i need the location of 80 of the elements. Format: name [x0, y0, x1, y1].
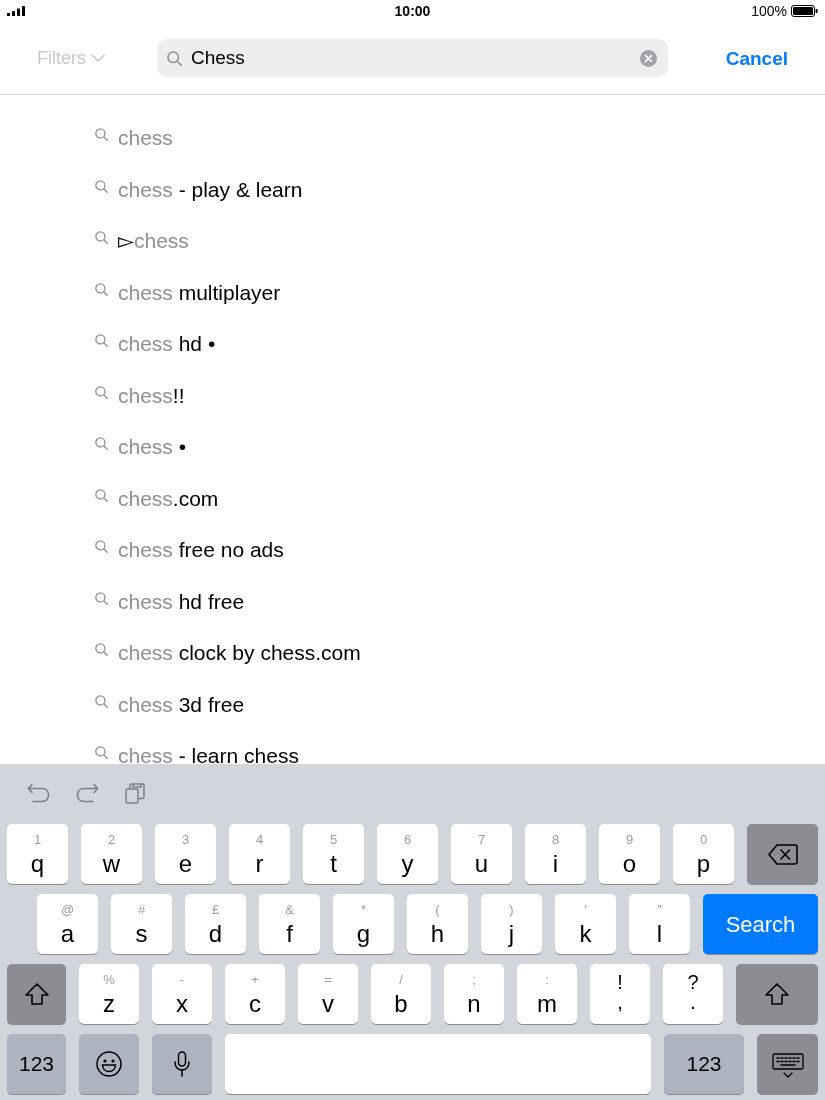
- emoji-key[interactable]: [79, 1034, 139, 1094]
- letter-key[interactable]: ) j: [481, 894, 542, 954]
- battery-percentage: 100%: [751, 4, 787, 18]
- status-time: 10:00: [394, 4, 431, 18]
- letter-key[interactable]: 7 u: [451, 824, 512, 884]
- search-icon: [95, 231, 108, 245]
- letter-key[interactable]: : m: [517, 964, 577, 1024]
- signal-icon: [7, 6, 25, 16]
- letter-key[interactable]: 9 o: [599, 824, 660, 884]
- shift-key[interactable]: [736, 964, 818, 1024]
- shift-key[interactable]: [7, 964, 66, 1024]
- letter-key[interactable]: 5 t: [303, 824, 364, 884]
- letter-key[interactable]: + c: [225, 964, 285, 1024]
- punctuation-key[interactable]: ! ,: [590, 964, 650, 1024]
- search-icon: [95, 334, 108, 348]
- letter-key[interactable]: 8 i: [525, 824, 586, 884]
- paste-icon[interactable]: [125, 782, 145, 804]
- letter-key[interactable]: * g: [333, 894, 394, 954]
- search-icon: [95, 643, 108, 657]
- letter-key[interactable]: & f: [259, 894, 320, 954]
- clear-icon[interactable]: [639, 50, 657, 67]
- search-suggestion[interactable]: chess - learn chess: [95, 745, 299, 764]
- letter-key[interactable]: 2 w: [81, 824, 142, 884]
- punctuation-key[interactable]: ? .: [663, 964, 723, 1024]
- dictation-key[interactable]: [152, 1034, 212, 1094]
- search-field[interactable]: Chess: [157, 39, 668, 77]
- cancel-button[interactable]: Cancel: [725, 48, 788, 68]
- letter-key[interactable]: 3 e: [155, 824, 216, 884]
- search-icon: [167, 51, 182, 66]
- backspace-key[interactable]: [747, 824, 818, 884]
- letter-key[interactable]: 6 y: [377, 824, 438, 884]
- letter-key[interactable]: ; n: [444, 964, 504, 1024]
- letter-key[interactable]: 1 q: [7, 824, 68, 884]
- letter-key[interactable]: % z: [79, 964, 139, 1024]
- hide-keyboard-key[interactable]: [757, 1034, 818, 1094]
- search-suggestion[interactable]: chess!!: [95, 384, 185, 406]
- search-suggestion[interactable]: chess hd free: [95, 590, 245, 612]
- search-icon: [95, 385, 108, 399]
- search-suggestion[interactable]: chess free no ads: [95, 539, 284, 561]
- search-icon: [95, 128, 108, 142]
- search-suggestion[interactable]: chess 3d free: [95, 693, 245, 715]
- microphone-icon: [174, 1051, 190, 1077]
- search-icon: [95, 746, 108, 760]
- search-suggestion[interactable]: chess hd •: [95, 333, 216, 355]
- letter-key[interactable]: @ a: [37, 894, 98, 954]
- shift-icon: [765, 983, 789, 1005]
- battery-icon: [791, 5, 818, 17]
- letter-key[interactable]: = v: [298, 964, 358, 1024]
- search-icon: [95, 437, 108, 451]
- search-icon: [95, 591, 108, 605]
- letter-key[interactable]: ″ l: [629, 894, 690, 954]
- keyboard-icon: [771, 1053, 804, 1079]
- letter-key[interactable]: ′ k: [555, 894, 616, 954]
- letter-key[interactable]: / b: [371, 964, 431, 1024]
- search-icon: [95, 540, 108, 554]
- letter-key[interactable]: - x: [152, 964, 212, 1024]
- smiley-icon: [96, 1051, 122, 1077]
- search-suggestion[interactable]: chess clock by chess.com: [95, 642, 361, 664]
- search-suggestion[interactable]: chess •: [95, 436, 187, 458]
- search-suggestion[interactable]: chess - play & learn: [95, 178, 303, 200]
- search-suggestion[interactable]: chess multiplayer: [95, 281, 281, 303]
- search-icon: [95, 282, 108, 296]
- undo-icon[interactable]: [27, 783, 50, 803]
- numbers-key[interactable]: 123: [664, 1034, 744, 1094]
- search-icon: [95, 694, 108, 708]
- letter-key[interactable]: ( h: [407, 894, 468, 954]
- search-icon: [95, 488, 108, 502]
- redo-icon[interactable]: [76, 783, 99, 803]
- chevron-down-icon: [91, 54, 105, 62]
- search-key[interactable]: Search: [703, 894, 818, 954]
- letter-key[interactable]: # s: [111, 894, 172, 954]
- numbers-key[interactable]: 123: [7, 1034, 66, 1094]
- letter-key[interactable]: £ d: [185, 894, 246, 954]
- shift-icon: [24, 983, 49, 1005]
- search-suggestion[interactable]: chess.com: [95, 487, 219, 509]
- letter-key[interactable]: 0 p: [673, 824, 734, 884]
- search-suggestion[interactable]: ▻chess: [95, 230, 189, 252]
- letter-key[interactable]: 4 r: [229, 824, 290, 884]
- search-icon: [95, 179, 108, 193]
- backspace-icon: [767, 843, 798, 865]
